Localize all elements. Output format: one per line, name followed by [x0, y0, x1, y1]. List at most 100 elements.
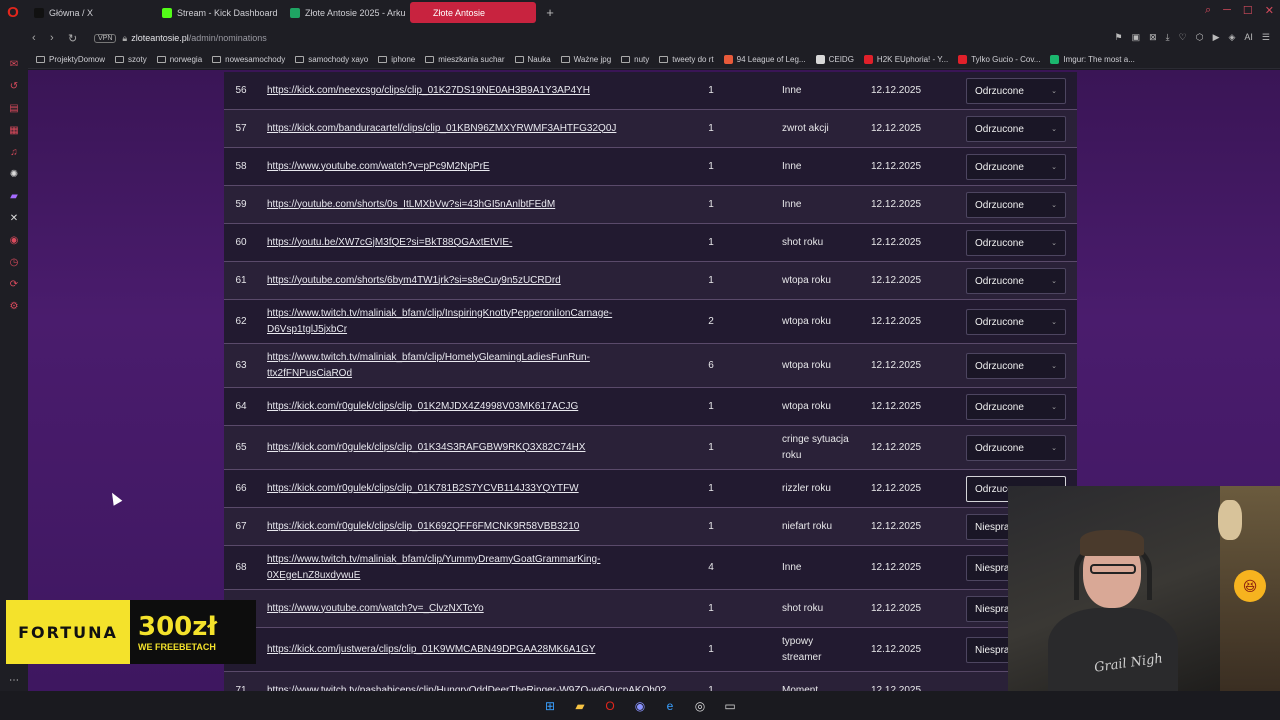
- status-select[interactable]: Odrzucone ⌄: [966, 394, 1066, 420]
- status-select[interactable]: Odrzucone ⌄: [966, 230, 1066, 256]
- heart-icon[interactable]: ♡: [1179, 32, 1187, 43]
- back-button[interactable]: ‹: [32, 32, 50, 44]
- nomination-date: 12.12.2025: [871, 316, 922, 327]
- url-field[interactable]: zloteantosie.pl/admin/nominations: [131, 33, 267, 43]
- ai-icon[interactable]: AI: [1244, 32, 1253, 43]
- status-select[interactable]: Odrzucone ⌄: [966, 192, 1066, 218]
- bookmark-item[interactable]: mieszkania suchar: [425, 55, 505, 64]
- clip-link[interactable]: https://www.youtube.com/watch?v=pPc9M2Np…: [267, 148, 667, 185]
- folder-icon: [156, 56, 166, 63]
- nomination-date: 12.12.2025: [871, 521, 922, 532]
- obs-taskbar-icon[interactable]: ◎: [691, 697, 709, 715]
- browser-tab[interactable]: Główna / X: [26, 2, 152, 23]
- status-select[interactable]: Odrzucone ⌄: [966, 309, 1066, 335]
- clip-link[interactable]: https://kick.com/r0gulek/clips/clip_01K2…: [267, 388, 667, 425]
- opera-logo-icon[interactable]: O: [0, 0, 26, 25]
- bookmark-item[interactable]: Tylko Gucio - Cov...: [958, 55, 1040, 64]
- clip-link[interactable]: https://kick.com/r0gulek/clips/clip_01K6…: [267, 508, 667, 545]
- music-icon[interactable]: ♫: [8, 146, 20, 158]
- status-select[interactable]: Odrzucone ⌄: [966, 435, 1066, 461]
- menu-icon[interactable]: ☰: [1262, 32, 1270, 43]
- status-select[interactable]: Odrzucone ⌄: [966, 116, 1066, 142]
- site-favicon-icon: [723, 55, 733, 64]
- folder-icon: [621, 56, 631, 63]
- shield-icon[interactable]: ⊠: [1149, 32, 1157, 43]
- player-icon[interactable]: ▶: [1213, 32, 1220, 43]
- minimize-button[interactable]: ─: [1223, 4, 1231, 17]
- wallet-icon[interactable]: ◈: [1228, 32, 1235, 43]
- clip-link[interactable]: https://kick.com/r0gulek/clips/clip_01K7…: [267, 470, 667, 507]
- browser-tab[interactable]: Złote Antosie: [410, 2, 536, 23]
- bookmark-item[interactable]: Nauka: [514, 55, 551, 64]
- fortuna-ad-banner[interactable]: FORTUNA 300zł WE FREEBETACH: [6, 600, 256, 664]
- vote-count: 1: [708, 483, 714, 494]
- wallet-sidebar-icon[interactable]: ▤: [8, 102, 20, 114]
- clip-link[interactable]: https://www.twitch.tv/pashabiceps/clip/H…: [267, 672, 667, 692]
- discord-icon[interactable]: ◉: [8, 234, 20, 246]
- maximize-button[interactable]: ☐: [1243, 4, 1253, 17]
- status-select[interactable]: Odrzucone ⌄: [966, 154, 1066, 180]
- clip-link[interactable]: https://kick.com/justwera/clips/clip_01K…: [267, 628, 667, 671]
- terminal-taskbar-icon[interactable]: ▭: [721, 697, 739, 715]
- vpn-badge[interactable]: VPN: [94, 33, 117, 43]
- bookmark-item[interactable]: Ważne jpg: [560, 55, 611, 64]
- status-select[interactable]: Odrzucone ⌄: [966, 268, 1066, 294]
- bookmark-item[interactable]: iphone: [378, 55, 415, 64]
- status-select[interactable]: Odrzucone ⌄: [966, 78, 1066, 104]
- bookmark-item[interactable]: CEIDG: [815, 55, 854, 64]
- bookmark-label: mieszkania suchar: [438, 55, 505, 64]
- file-explorer-icon[interactable]: ▰: [571, 697, 589, 715]
- nomination-id: 66: [235, 483, 247, 494]
- clock-icon[interactable]: ◷: [8, 256, 20, 268]
- vote-count: 1: [708, 442, 714, 453]
- pinboard-icon[interactable]: ▦: [8, 124, 20, 136]
- bookmark-item[interactable]: 94 League of Leg...: [723, 55, 806, 64]
- bookmark-item[interactable]: H2K EUphoria! - Y...: [863, 55, 948, 64]
- snapshot-icon[interactable]: ▣: [1132, 32, 1141, 43]
- category-label: Moment: [782, 684, 819, 692]
- clip-link[interactable]: https://kick.com/r0gulek/clips/clip_01K3…: [267, 426, 667, 469]
- x-sidebar-icon[interactable]: ✕: [8, 212, 20, 224]
- messenger-icon[interactable]: ✉: [8, 58, 20, 70]
- clip-link[interactable]: https://youtube.com/shorts/0s_ItLMXbVw?s…: [267, 186, 667, 223]
- clip-link[interactable]: https://kick.com/banduracartel/clips/cli…: [267, 110, 667, 147]
- clip-link[interactable]: https://youtu.be/XW7cGjM3fQE?si=BkT88QGA…: [267, 224, 667, 261]
- recent-icon[interactable]: ⟳: [8, 278, 20, 290]
- clip-link[interactable]: https://www.twitch.tv/maliniak_bfam/clip…: [267, 300, 667, 343]
- bookmark-item[interactable]: Imgur: The most a...: [1050, 55, 1135, 64]
- more-icon[interactable]: ⋯: [8, 674, 20, 686]
- close-window-button[interactable]: ✕: [1265, 4, 1274, 17]
- clip-link[interactable]: https://www.twitch.tv/maliniak_bfam/clip…: [267, 344, 667, 387]
- status-select[interactable]: Odrzucone ⌄: [966, 353, 1066, 379]
- discord-taskbar-icon[interactable]: ◉: [631, 697, 649, 715]
- bookmark-item[interactable]: tweety do rt: [659, 55, 714, 64]
- laughing-emoji-icon: 😆︎: [1234, 570, 1266, 602]
- extensions-icon[interactable]: ⬡: [1196, 32, 1204, 43]
- bookmark-item[interactable]: norwegia: [156, 55, 202, 64]
- browser-tab[interactable]: Stream - Kick Dashboard: [154, 2, 280, 23]
- clip-link[interactable]: https://www.twitch.tv/maliniak_bfam/clip…: [267, 546, 667, 589]
- opera-taskbar-icon[interactable]: O: [601, 697, 619, 715]
- bookmark-item[interactable]: szoty: [115, 55, 147, 64]
- clip-link[interactable]: https://youtube.com/shorts/6bym4TW1jrk?s…: [267, 262, 667, 299]
- bookmark-item[interactable]: samochody xayo: [295, 55, 368, 64]
- bookmark-item[interactable]: nowesamochody: [212, 55, 285, 64]
- clip-link[interactable]: https://www.youtube.com/watch?v=_ClvzNXT…: [267, 590, 667, 627]
- new-tab-button[interactable]: +: [542, 5, 558, 21]
- clip-link[interactable]: https://kick.com/neexcsgo/clips/clip_01K…: [267, 72, 667, 109]
- windows-start-icon[interactable]: ⊞: [541, 697, 559, 715]
- history-icon[interactable]: ↺: [8, 80, 20, 92]
- edge-taskbar-icon[interactable]: e: [661, 697, 679, 715]
- download-icon[interactable]: ⤓: [1166, 32, 1170, 43]
- chatgpt-icon[interactable]: ✺: [8, 168, 20, 180]
- bookmark-item[interactable]: nuty: [621, 55, 649, 64]
- settings-icon[interactable]: ⚙: [8, 300, 20, 312]
- bookmark-icon[interactable]: ⚑: [1115, 32, 1123, 43]
- reload-button[interactable]: ↻: [68, 32, 86, 45]
- browser-tab[interactable]: Złote Antosie 2025 - Arku: [282, 2, 408, 23]
- twitch-icon[interactable]: ▰: [8, 190, 20, 202]
- window-controls: ⌕ ─ ☐ ✕: [1205, 4, 1274, 17]
- search-icon[interactable]: ⌕: [1205, 4, 1211, 17]
- forward-button[interactable]: ›: [50, 32, 68, 44]
- bookmark-item[interactable]: ProjektyDomow: [36, 55, 105, 64]
